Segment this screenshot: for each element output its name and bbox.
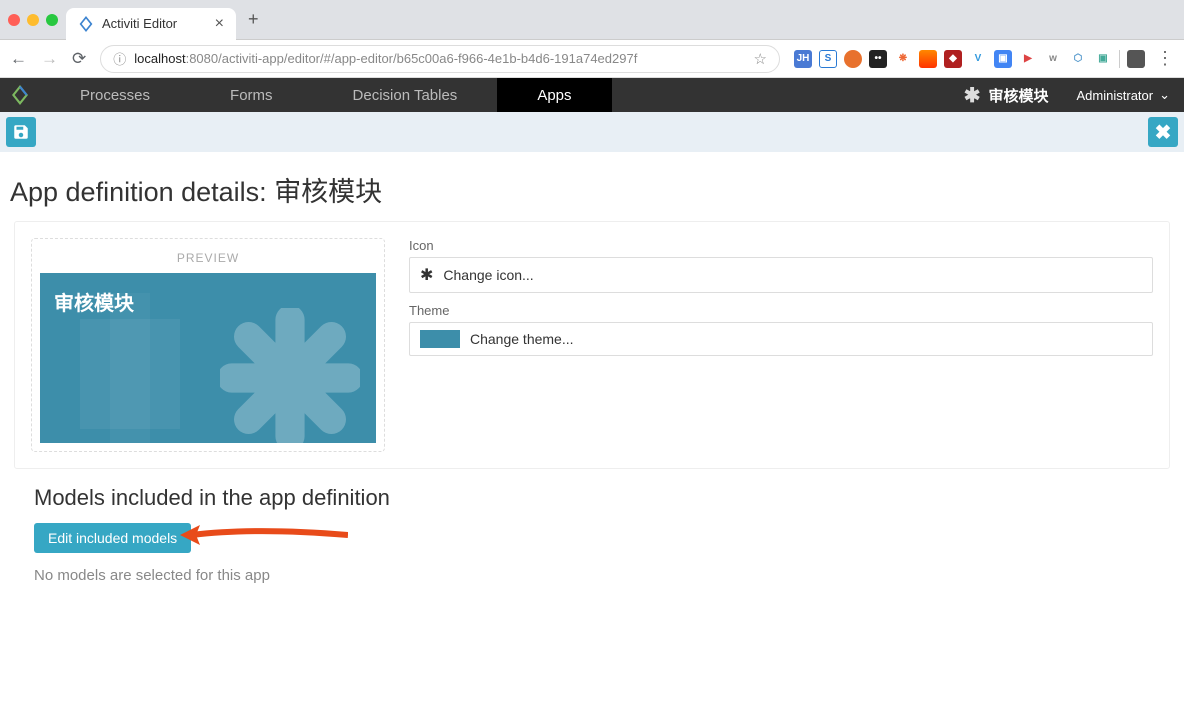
ext-icon[interactable]: JH: [794, 50, 812, 68]
current-app-label: ✱ 审核模块: [950, 78, 1063, 112]
change-icon-button[interactable]: ✱ Change icon...: [409, 257, 1153, 293]
activiti-favicon: [78, 16, 94, 32]
admin-label: Administrator: [1077, 88, 1154, 103]
browser-address-bar: ← → ⟳ ⓘ localhost:8080/activiti-app/edit…: [0, 40, 1184, 78]
models-section: Models included in the app definition Ed…: [0, 469, 1184, 600]
separator: [1119, 50, 1120, 68]
ext-icon[interactable]: ❋: [894, 50, 912, 68]
forward-button: →: [41, 49, 58, 69]
asterisk-icon: ✱: [420, 265, 433, 285]
nav-forms[interactable]: Forms: [190, 78, 313, 112]
nav-apps[interactable]: Apps: [497, 78, 611, 112]
editor-toolbar: ✖: [0, 112, 1184, 152]
close-window[interactable]: [8, 14, 20, 26]
change-theme-text: Change theme...: [470, 331, 574, 347]
nav-decision-tables[interactable]: Decision Tables: [313, 78, 498, 112]
content-card: PREVIEW 审核模块 Icon ✱ Change icon... Theme…: [14, 221, 1170, 469]
no-models-message: No models are selected for this app: [34, 567, 1150, 584]
browser-tab-bar: Activiti Editor × +: [0, 0, 1184, 40]
profile-avatar[interactable]: [1127, 50, 1145, 68]
site-info-icon[interactable]: ⓘ: [113, 49, 126, 68]
app-navbar: Processes Forms Decision Tables Apps ✱ 审…: [0, 78, 1184, 112]
extension-icons: JH S •• ❋ ◆ V ▣ ▶ w ⬡ ▣ ⋮: [794, 48, 1174, 69]
maximize-window[interactable]: [46, 14, 58, 26]
close-tab-icon[interactable]: ×: [215, 16, 224, 32]
app-preview-tile: 审核模块: [40, 273, 376, 443]
preview-column: PREVIEW 审核模块: [31, 238, 385, 452]
bookmark-star-icon[interactable]: ☆: [754, 50, 767, 68]
chevron-down-icon: ⌄: [1159, 87, 1170, 103]
new-tab-button[interactable]: +: [248, 9, 259, 30]
edit-included-models-button[interactable]: Edit included models: [34, 523, 191, 553]
close-icon: ✖: [1155, 120, 1172, 145]
user-menu[interactable]: Administrator ⌄: [1063, 78, 1184, 112]
activiti-logo-icon: [10, 85, 30, 105]
theme-label: Theme: [409, 303, 1153, 318]
tile-asterisk-icon: [220, 308, 360, 443]
asterisk-icon: ✱: [964, 83, 981, 108]
change-theme-button[interactable]: Change theme...: [409, 322, 1153, 356]
save-button[interactable]: [6, 117, 36, 147]
ext-icon[interactable]: V: [969, 50, 987, 68]
theme-swatch: [420, 330, 460, 348]
ext-icon[interactable]: S: [819, 50, 837, 68]
url-port: :8080: [186, 51, 219, 66]
ext-icon[interactable]: ••: [869, 50, 887, 68]
url-path: /activiti-app/editor/#/app-editor/b65c00…: [218, 51, 637, 66]
ext-icon[interactable]: ⬡: [1069, 50, 1087, 68]
url-host: localhost: [134, 51, 185, 66]
preview-box: PREVIEW 审核模块: [31, 238, 385, 452]
page-title: App definition details: 审核模块: [0, 152, 1184, 221]
nav-processes[interactable]: Processes: [40, 78, 190, 112]
config-column: Icon ✱ Change icon... Theme Change theme…: [409, 238, 1153, 366]
ext-icon[interactable]: ▶: [1019, 50, 1037, 68]
preview-label: PREVIEW: [40, 247, 376, 273]
ext-icon[interactable]: ◆: [944, 50, 962, 68]
close-editor-button[interactable]: ✖: [1148, 117, 1178, 147]
browser-menu-icon[interactable]: ⋮: [1156, 48, 1174, 69]
tab-title: Activiti Editor: [102, 16, 177, 31]
models-section-title: Models included in the app definition: [34, 485, 1150, 511]
change-icon-text: Change icon...: [443, 267, 533, 283]
minimize-window[interactable]: [27, 14, 39, 26]
icon-label: Icon: [409, 238, 1153, 253]
save-icon: [12, 123, 30, 141]
app-name: 审核模块: [989, 85, 1049, 106]
ext-icon[interactable]: ▣: [994, 50, 1012, 68]
back-button[interactable]: ←: [10, 49, 27, 69]
url-input[interactable]: ⓘ localhost:8080/activiti-app/editor/#/a…: [100, 45, 780, 73]
ext-icon[interactable]: w: [1044, 50, 1062, 68]
ext-icon[interactable]: ▣: [1094, 50, 1112, 68]
ext-icon[interactable]: [919, 50, 937, 68]
reload-button[interactable]: ⟳: [72, 49, 86, 69]
window-controls: [8, 14, 58, 26]
ext-icon[interactable]: [844, 50, 862, 68]
app-logo[interactable]: [0, 78, 40, 112]
browser-tab[interactable]: Activiti Editor ×: [66, 8, 236, 40]
